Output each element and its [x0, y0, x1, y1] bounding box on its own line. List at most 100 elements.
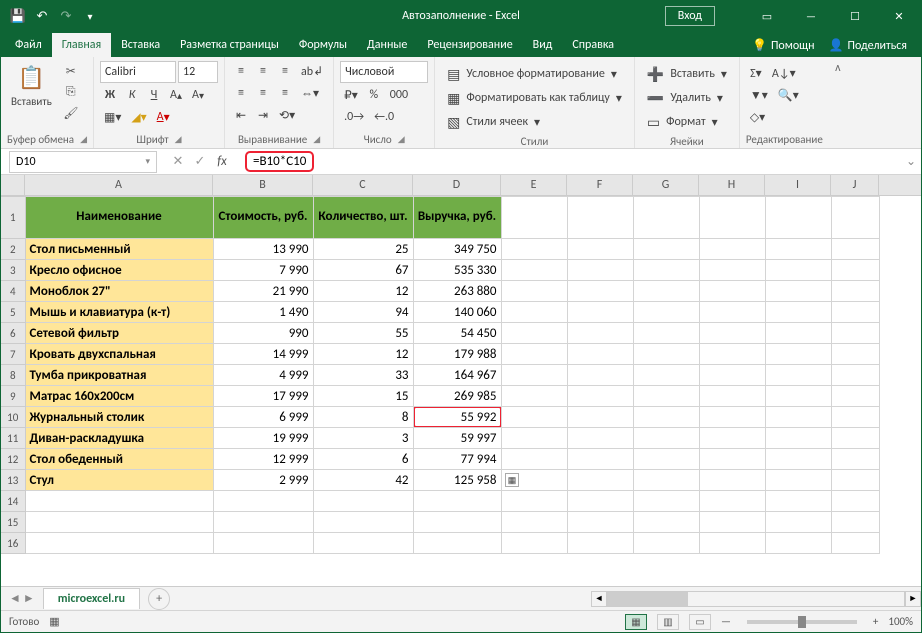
cell[interactable]	[765, 428, 831, 449]
cell[interactable]: 8	[313, 407, 413, 428]
column-header[interactable]: E	[501, 175, 567, 195]
find-icon[interactable]: 🔍▾	[774, 85, 803, 105]
expand-formula-icon[interactable]: ⌄	[901, 154, 921, 169]
copy-icon[interactable]: ⎘	[60, 82, 82, 102]
cell[interactable]	[699, 533, 765, 554]
cell[interactable]	[831, 491, 879, 512]
align-center-icon[interactable]: ≡	[253, 83, 273, 103]
cell[interactable]: Выручка, руб.	[413, 197, 501, 239]
autosum-icon[interactable]: Σ▾	[746, 63, 766, 83]
cell[interactable]	[765, 491, 831, 512]
size-combo[interactable]	[178, 61, 218, 83]
cell[interactable]	[633, 470, 699, 491]
cell[interactable]	[313, 491, 413, 512]
cell[interactable]: 19 999	[213, 428, 313, 449]
cell[interactable]: 21 990	[213, 281, 313, 302]
tab-help[interactable]: Справка	[562, 33, 624, 57]
cell[interactable]	[633, 323, 699, 344]
macro-icon[interactable]: ▦	[49, 615, 59, 628]
tab-formulas[interactable]: Формулы	[289, 33, 357, 57]
row-header[interactable]: 1	[1, 197, 25, 239]
increase-decimal-icon[interactable]: .0→	[340, 107, 368, 127]
merge-icon[interactable]: ⇔▾	[297, 83, 323, 103]
cell[interactable]	[501, 281, 567, 302]
cell[interactable]	[501, 449, 567, 470]
row-header[interactable]: 7	[1, 344, 25, 365]
cell[interactable]	[765, 512, 831, 533]
cell[interactable]	[765, 323, 831, 344]
cell[interactable]	[501, 428, 567, 449]
cell[interactable]: 3	[313, 428, 413, 449]
conditional-format-button[interactable]: ▤Условное форматирование▾	[441, 63, 628, 85]
cell[interactable]	[413, 491, 501, 512]
cell[interactable]	[25, 512, 213, 533]
cell[interactable]	[501, 407, 567, 428]
increase-font-icon[interactable]: A▴	[166, 85, 186, 105]
cell[interactable]	[765, 365, 831, 386]
tab-home[interactable]: Главная	[52, 33, 111, 57]
cancel-formula-icon[interactable]: ✕	[167, 154, 189, 169]
cell[interactable]: 7 990	[213, 260, 313, 281]
cell[interactable]	[699, 365, 765, 386]
share-button[interactable]: 👤Поделиться	[823, 34, 913, 57]
cell[interactable]	[567, 428, 633, 449]
cell[interactable]	[633, 344, 699, 365]
column-header[interactable]: A	[25, 175, 213, 195]
row-header[interactable]: 15	[1, 512, 25, 533]
dialog-launcher-icon[interactable]: ◢	[80, 134, 87, 145]
cell[interactable]	[831, 470, 879, 491]
page-layout-icon[interactable]: ▥	[657, 614, 679, 630]
login-button[interactable]: Вход	[665, 6, 715, 26]
scroll-right-icon[interactable]: ►	[905, 591, 921, 607]
cell[interactable]	[213, 512, 313, 533]
cell[interactable]	[765, 302, 831, 323]
cell[interactable]	[413, 512, 501, 533]
cell[interactable]: Журнальный столик	[25, 407, 213, 428]
cell[interactable]	[831, 386, 879, 407]
cell[interactable]: 6 999	[213, 407, 313, 428]
cut-icon[interactable]: ✂	[60, 61, 82, 81]
row-header[interactable]: 6	[1, 323, 25, 344]
format-painter-icon[interactable]: 🖌	[60, 103, 82, 123]
increase-indent-icon[interactable]: ⇥	[253, 105, 273, 125]
cell[interactable]	[699, 260, 765, 281]
normal-view-icon[interactable]: ▦	[625, 614, 647, 630]
cell[interactable]	[831, 344, 879, 365]
underline-button[interactable]: Ч	[144, 85, 164, 105]
cell[interactable]	[413, 533, 501, 554]
format-table-button[interactable]: ▦Форматировать как таблицу▾	[441, 87, 628, 109]
currency-icon[interactable]: ₽▾	[340, 85, 362, 105]
row-header[interactable]: 16	[1, 533, 25, 554]
cell[interactable]	[765, 197, 831, 239]
zoom-level[interactable]: 100%	[888, 615, 913, 628]
collapse-ribbon-icon[interactable]: ʌ	[829, 57, 847, 148]
cell[interactable]	[699, 344, 765, 365]
redo-icon[interactable]: ↷	[55, 5, 77, 27]
accept-formula-icon[interactable]: ✓	[189, 154, 211, 169]
cell[interactable]: 25	[313, 239, 413, 260]
page-break-icon[interactable]: ▭	[689, 614, 711, 630]
cell[interactable]	[699, 407, 765, 428]
format-cells-button[interactable]: ▭Формат▾	[641, 111, 733, 133]
cell[interactable]	[25, 533, 213, 554]
sheet-prev-icon[interactable]: ◄	[9, 591, 21, 606]
column-header[interactable]: F	[567, 175, 633, 195]
cell[interactable]	[633, 449, 699, 470]
cell[interactable]	[213, 533, 313, 554]
undo-icon[interactable]: ↶	[31, 5, 53, 27]
name-box[interactable]: D10▾	[9, 151, 157, 173]
cell[interactable]: 13 990	[213, 239, 313, 260]
cell[interactable]: 263 880	[413, 281, 501, 302]
add-sheet-button[interactable]: +	[148, 588, 170, 610]
fill-color-icon[interactable]: ◢▾	[127, 107, 150, 127]
cell[interactable]: 77 994	[413, 449, 501, 470]
column-header[interactable]: C	[313, 175, 413, 195]
fill-icon[interactable]: ▼▾	[746, 85, 772, 105]
cell[interactable]	[567, 449, 633, 470]
cell[interactable]	[633, 197, 699, 239]
cell[interactable]	[765, 344, 831, 365]
autofill-options-icon[interactable]: ▦	[505, 473, 519, 487]
tellme-button[interactable]: 💡Помощн	[746, 34, 821, 57]
cell[interactable]	[699, 449, 765, 470]
formula-input[interactable]: =B10*C10	[239, 154, 901, 169]
